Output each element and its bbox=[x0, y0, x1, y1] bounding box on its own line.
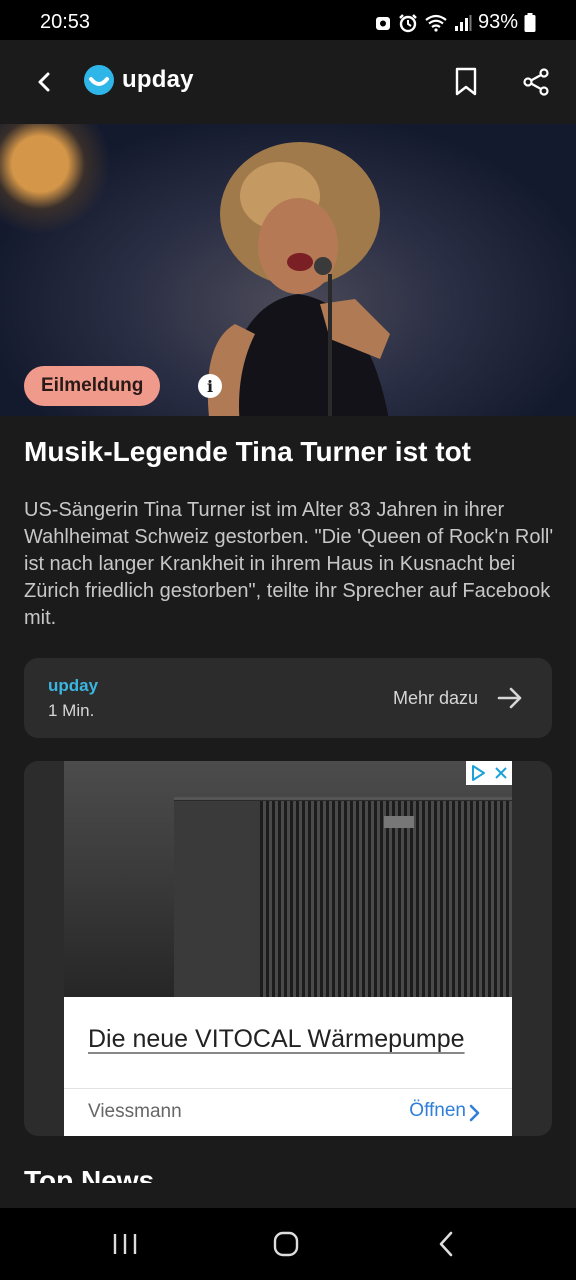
ad-card[interactable]: Die neue VITOCAL Wärmepumpe Viessmann Öf… bbox=[24, 761, 552, 1136]
close-icon[interactable] bbox=[493, 765, 509, 781]
upday-logo-icon bbox=[84, 65, 114, 95]
ad-title[interactable]: Die neue VITOCAL Wärmepumpe bbox=[88, 1025, 465, 1054]
singer-photo bbox=[207, 142, 390, 416]
app-bar: upday bbox=[0, 40, 576, 124]
heat-pump-side bbox=[174, 801, 260, 997]
back-arrow-icon bbox=[38, 72, 50, 92]
bookmark-icon bbox=[455, 67, 477, 96]
signal-icon bbox=[454, 14, 472, 31]
ad-image[interactable] bbox=[64, 761, 512, 997]
breaking-news-badge: Eilmeldung bbox=[24, 366, 161, 406]
recents-icon[interactable] bbox=[112, 1232, 138, 1256]
section-title: Top News bbox=[24, 1165, 155, 1183]
ad-open-button[interactable]: Öffnen bbox=[409, 1100, 466, 1122]
upday-logo: upday bbox=[84, 65, 194, 95]
sync-icon bbox=[375, 16, 390, 30]
battery-percent: 93% bbox=[477, 11, 518, 33]
ad-divider bbox=[64, 1088, 512, 1089]
arrow-right-icon[interactable] bbox=[496, 684, 524, 712]
info-icon[interactable]: i bbox=[198, 374, 222, 398]
ad-choices-icon[interactable] bbox=[469, 764, 487, 782]
article-summary: US-Sängerin Tina Turner ist im Alter 83 … bbox=[24, 499, 554, 629]
wifi-icon bbox=[425, 14, 447, 32]
status-icons: 93% bbox=[374, 11, 536, 34]
alarm-icon bbox=[399, 13, 417, 32]
read-time: 1 Min. bbox=[48, 701, 95, 720]
battery-icon bbox=[524, 12, 536, 32]
article-headline: Musik-Legende Tina Turner ist tot bbox=[24, 436, 472, 467]
chevron-right-icon[interactable] bbox=[468, 1103, 482, 1123]
ad-choices[interactable] bbox=[466, 761, 512, 785]
ad-advertiser: Viessmann bbox=[88, 1101, 182, 1122]
share-icon bbox=[523, 68, 549, 96]
source-card[interactable]: upday 1 Min. Mehr dazu bbox=[24, 658, 552, 738]
status-time: 20:53 bbox=[40, 11, 91, 33]
heat-pump-grille bbox=[260, 801, 512, 997]
home-icon[interactable] bbox=[272, 1230, 300, 1258]
status-bar: 20:53 93% bbox=[0, 0, 576, 40]
more-link[interactable]: Mehr dazu bbox=[393, 688, 478, 709]
share-button[interactable] bbox=[518, 64, 554, 100]
back-button[interactable] bbox=[28, 64, 60, 100]
ad-content[interactable]: Die neue VITOCAL Wärmepumpe Viessmann Öf… bbox=[64, 997, 512, 1136]
system-nav-bar bbox=[0, 1208, 576, 1280]
heat-pump-logo-plate bbox=[384, 816, 414, 828]
brand-name: upday bbox=[122, 66, 194, 93]
back-icon[interactable] bbox=[436, 1230, 456, 1258]
bookmark-button[interactable] bbox=[450, 64, 482, 100]
source-name: upday bbox=[48, 676, 99, 695]
